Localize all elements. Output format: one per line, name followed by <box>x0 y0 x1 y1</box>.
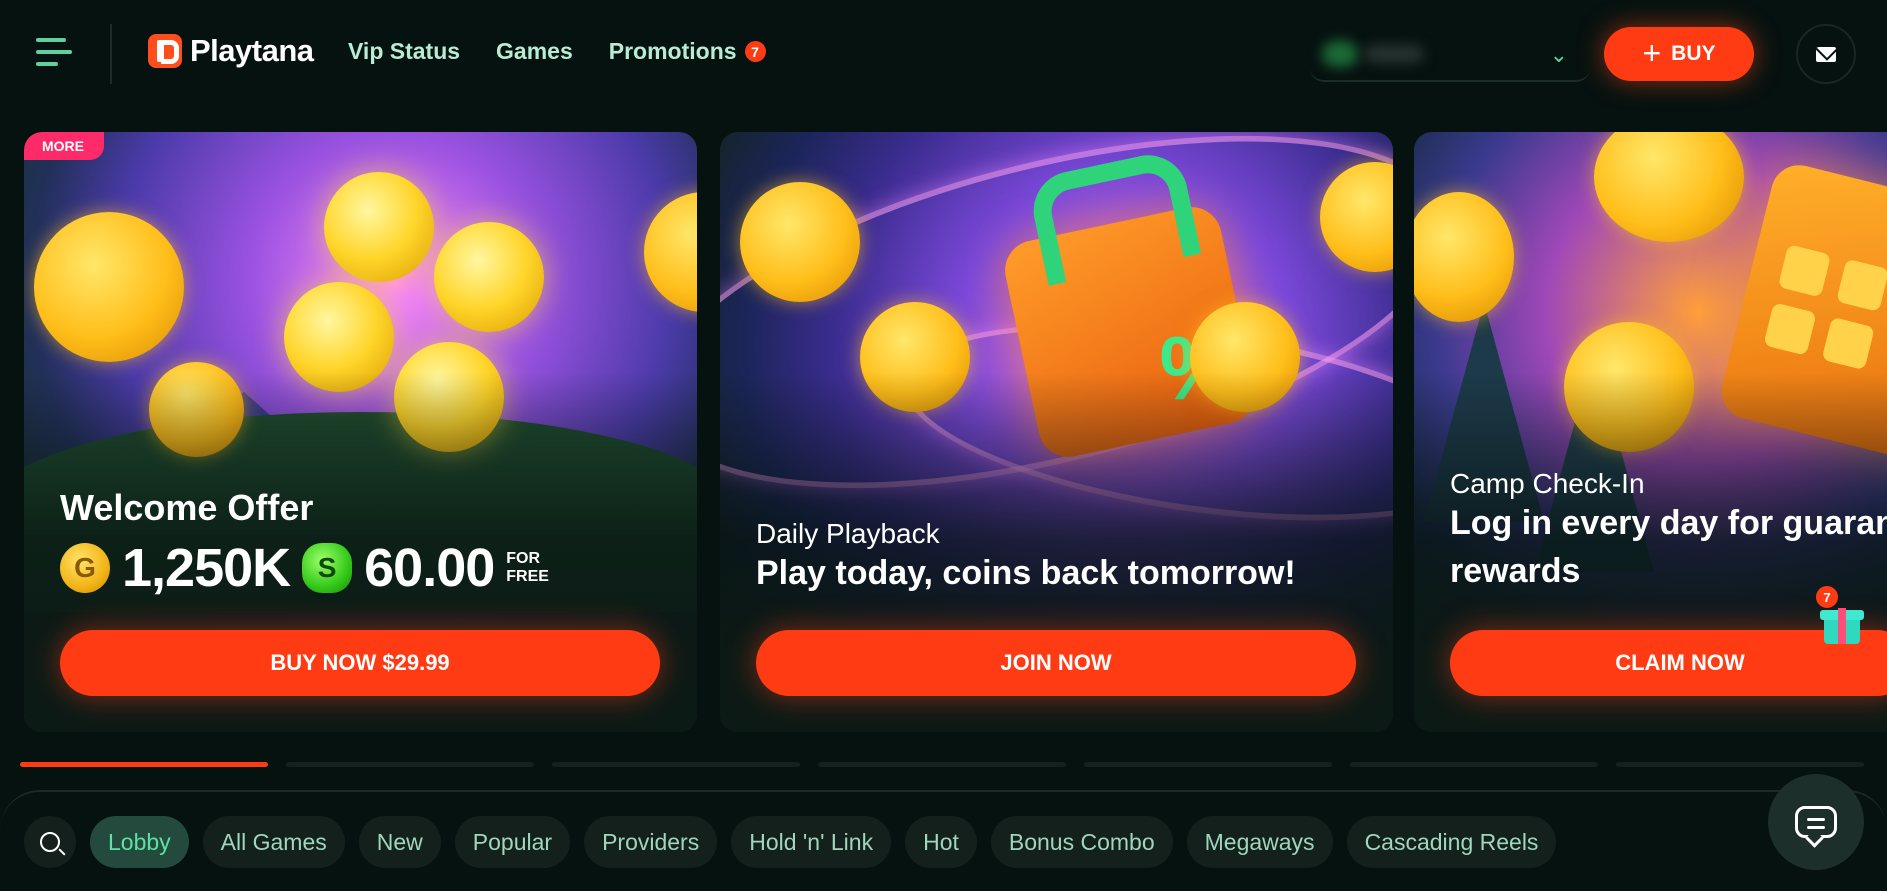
gift-count-badge: 7 <box>1816 586 1838 608</box>
camp-check-in-subtitle: Camp Check-In <box>1450 468 1645 499</box>
chevron-down-icon: ⌄ <box>1549 42 1568 67</box>
welcome-offer-banner[interactable]: MORE Welcome Offer G 1,250K S 60.00 FOR … <box>24 132 697 732</box>
promotions-count-badge: 7 <box>744 41 766 62</box>
main-nav: Vip Status Games Promotions 7 <box>348 38 766 65</box>
gold-coins-amount: 1,250K <box>122 538 291 598</box>
gold-coin-icon: G <box>60 543 110 593</box>
buy-label: BUY <box>1671 42 1716 65</box>
daily-playback-title: Play today, coins back tomorrow! <box>756 554 1296 592</box>
currency-icon <box>1322 41 1358 67</box>
welcome-offer-text: Welcome Offer G 1,250K S 60.00 FOR FREE <box>60 487 677 599</box>
hamburger-menu-icon[interactable] <box>36 38 74 68</box>
category-hold-n-link[interactable]: Hold 'n' Link <box>731 816 892 868</box>
carousel-dot-2[interactable] <box>286 762 534 767</box>
top-header: Playtana Vip Status Games Promotions 7 ⌄… <box>0 0 1887 108</box>
site-logo[interactable]: Playtana <box>148 33 314 69</box>
buy-now-button[interactable]: BUY NOW $29.99 <box>60 630 660 696</box>
category-hot[interactable]: Hot <box>905 816 977 868</box>
inbox-button[interactable] <box>1796 24 1856 84</box>
category-bar: Lobby All Games New Popular Providers Ho… <box>0 790 1887 891</box>
daily-playback-text: Daily Playback Play today, coins back to… <box>756 518 1373 598</box>
carousel-dot-1[interactable] <box>20 762 268 767</box>
nav-label: Games <box>496 38 573 64</box>
nav-label: Promotions <box>608 38 737 64</box>
carousel-dot-7[interactable] <box>1616 762 1864 767</box>
welcome-offer-title: Welcome Offer <box>60 487 314 528</box>
buy-button[interactable]: + BUY <box>1604 27 1754 81</box>
carousel-dot-6[interactable] <box>1350 762 1598 767</box>
logo-text: Playtana <box>190 33 314 68</box>
carousel-progress <box>20 762 1864 767</box>
category-all-games[interactable]: All Games <box>202 816 345 868</box>
daily-playback-banner[interactable]: % Daily Playback Play today, coins back … <box>720 132 1393 732</box>
carousel-dot-3[interactable] <box>552 762 800 767</box>
nav-games[interactable]: Games <box>496 38 573 65</box>
offer-amounts: G 1,250K S 60.00 FOR FREE <box>60 537 677 599</box>
sweep-coins-amount: 60.00 <box>364 538 495 598</box>
for-free-label: FOR FREE <box>506 550 549 585</box>
search-icon <box>40 832 60 852</box>
playtana-logo-icon <box>148 34 182 68</box>
category-providers[interactable]: Providers <box>584 816 718 868</box>
carousel-dot-5[interactable] <box>1084 762 1332 767</box>
category-new[interactable]: New <box>358 816 441 868</box>
balance-selector[interactable]: ⌄ <box>1310 28 1590 82</box>
nav-label: Vip Status <box>348 38 461 64</box>
for-free-line1: FOR <box>506 550 541 568</box>
category-cascading-reels[interactable]: Cascading Reels <box>1346 816 1557 868</box>
sweep-coin-icon: S <box>302 543 353 593</box>
carousel-dot-4[interactable] <box>818 762 1066 767</box>
daily-playback-subtitle: Daily Playback <box>756 518 940 549</box>
category-megaways[interactable]: Megaways <box>1186 816 1333 868</box>
gift-icon[interactable]: 7 <box>1816 586 1864 646</box>
category-bonus-combo[interactable]: Bonus Combo <box>990 816 1173 868</box>
nav-promotions[interactable]: Promotions 7 <box>609 38 766 65</box>
camp-check-in-title: Log in every day for guaranteed rewards <box>1450 504 1887 590</box>
category-lobby[interactable]: Lobby <box>90 816 189 868</box>
more-tag[interactable]: MORE <box>24 132 104 160</box>
header-divider <box>110 24 112 84</box>
category-popular[interactable]: Popular <box>454 816 571 868</box>
envelope-icon <box>1816 46 1836 62</box>
search-button[interactable] <box>24 816 76 868</box>
join-now-button[interactable]: JOIN NOW <box>756 630 1356 696</box>
chat-icon <box>1795 806 1837 838</box>
camp-check-in-text: Camp Check-In Log in every day for guara… <box>1450 468 1887 595</box>
category-chips: Lobby All Games New Popular Providers Ho… <box>24 816 1557 868</box>
plus-icon: + <box>1642 34 1662 71</box>
for-free-line2: FREE <box>506 568 549 585</box>
support-chat-button[interactable] <box>1768 774 1864 870</box>
nav-vip-status[interactable]: Vip Status <box>348 38 460 65</box>
balance-value-hidden <box>1364 45 1424 63</box>
